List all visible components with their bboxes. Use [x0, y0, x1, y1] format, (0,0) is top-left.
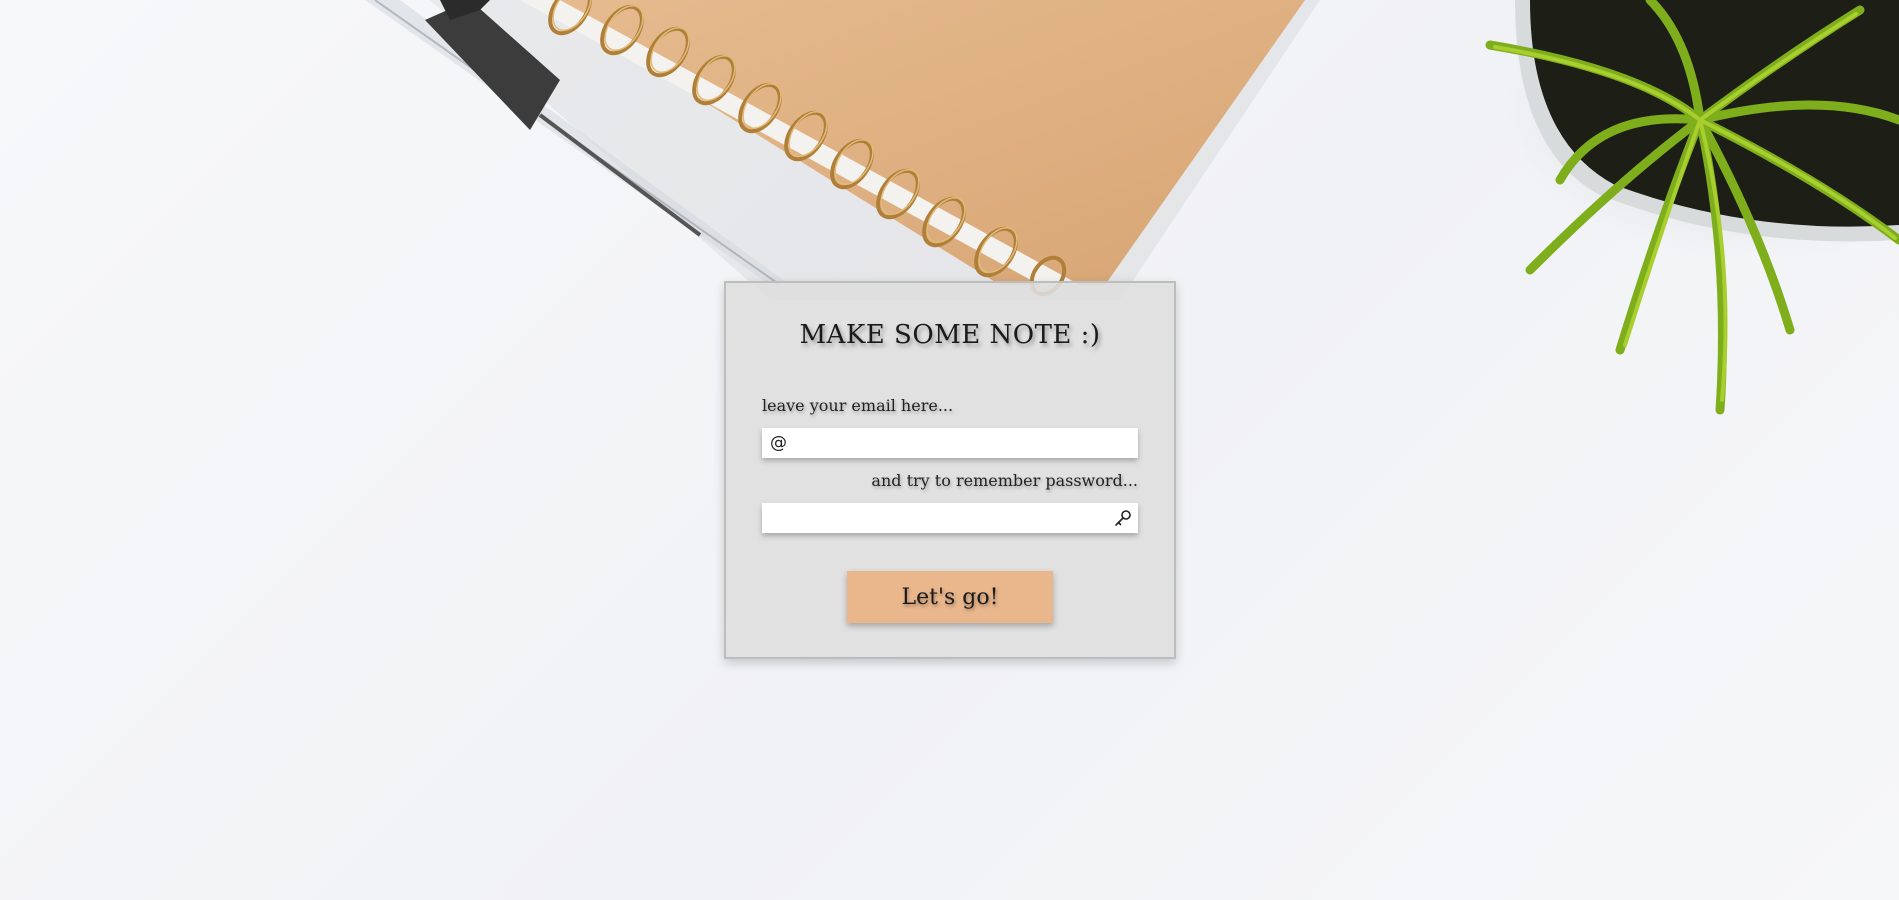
email-input[interactable] — [792, 428, 1104, 458]
login-card: MAKE SOME NOTE :) leave your email here.… — [724, 281, 1176, 659]
at-icon: @ — [770, 433, 787, 453]
email-field-container: @ — [762, 428, 1138, 458]
submit-button[interactable]: Let's go! — [847, 571, 1053, 623]
form-title: MAKE SOME NOTE :) — [799, 320, 1101, 350]
plant — [1485, 0, 1899, 415]
email-label: leave your email here... — [762, 396, 954, 415]
password-label: and try to remember password... — [871, 471, 1138, 490]
key-icon — [1115, 510, 1131, 526]
password-input[interactable] — [770, 503, 1104, 533]
password-field-container — [762, 503, 1138, 533]
